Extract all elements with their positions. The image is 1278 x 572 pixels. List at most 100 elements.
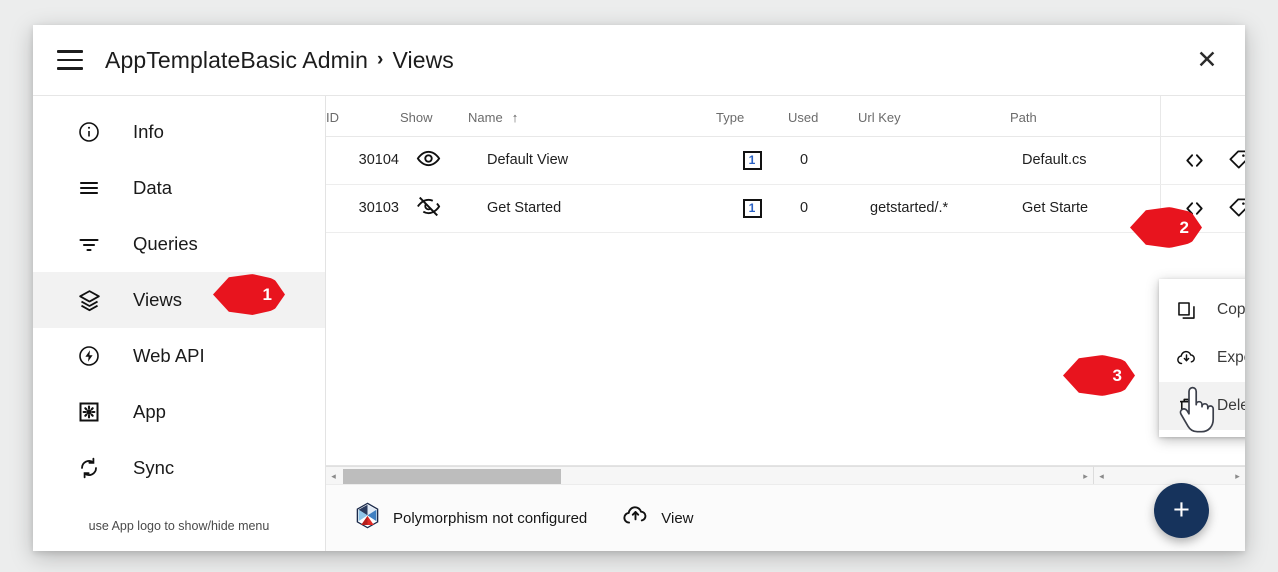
views-table-container: ID Show Name ↑ Type Used Url Key Path 30… (326, 96, 1245, 465)
scroll-right-arrow-icon[interactable]: ▸ (1078, 471, 1093, 482)
row-actions (1171, 148, 1245, 173)
type-badge: 1 (742, 198, 762, 218)
breadcrumb-page: Views (392, 46, 454, 73)
filter-icon (76, 231, 102, 257)
cell-name: Default View (468, 136, 716, 185)
hamburger-icon[interactable] (57, 50, 83, 70)
cell-path: Default.cs (1010, 136, 1161, 185)
cell-path: Get Starte (1010, 184, 1161, 233)
breadcrumb-app[interactable]: AppTemplateBasic Admin (105, 47, 368, 74)
sidebar-nav: Info Data Queries Views Web API App Sync (33, 96, 325, 519)
column-header-urlkey[interactable]: Url Key (858, 96, 1010, 137)
scrollbar-track[interactable] (1109, 467, 1230, 486)
code-icon[interactable] (1183, 148, 1206, 173)
cell-type: 1 (716, 136, 788, 185)
table-horizontal-scrollbar[interactable]: ◂ ▸ (326, 466, 1094, 485)
sidebar-item-label: Views (133, 289, 183, 310)
sidebar-item-label: Data (133, 177, 173, 198)
cell-urlkey: getstarted/.* (858, 184, 1010, 233)
eye-hidden-icon[interactable] (416, 196, 441, 223)
info-circle-icon (76, 119, 102, 145)
breadcrumb-separator-icon: › (377, 49, 384, 70)
sidebar-item-webapi[interactable]: Web API (33, 328, 325, 384)
scrollbar-track[interactable] (341, 467, 1078, 486)
cell-used: 0 (788, 184, 858, 233)
sidebar-item-label: Web API (133, 345, 205, 366)
sidebar-item-queries[interactable]: Queries (33, 216, 325, 272)
cell-type: 1 (716, 184, 788, 233)
column-header-used[interactable]: Used (788, 96, 858, 137)
row-context-menu: Copy Export Delete (1159, 279, 1245, 437)
layers-icon (76, 287, 102, 313)
table-header: ID Show Name ↑ Type Used Url Key Path (326, 96, 1245, 137)
cell-id: 30104 (326, 136, 400, 185)
sidebar-item-label: Queries (133, 233, 198, 254)
table-body: 30104 Default View 1 0 Default.cs 30103 … (326, 136, 1245, 233)
sort-ascending-icon: ↑ (511, 109, 519, 125)
views-table: ID Show Name ↑ Type Used Url Key Path 30… (326, 96, 1245, 233)
dialog-titlebar: AppTemplateBasic Admin › Views ✕ (33, 25, 1245, 96)
menu-item-delete[interactable]: Delete (1159, 382, 1245, 430)
main-footer: Polymorphism not configured View + (326, 483, 1245, 551)
cell-name: Get Started (468, 184, 716, 233)
column-header-actions (1160, 96, 1245, 137)
view-button[interactable]: View (622, 502, 694, 534)
tag-icon[interactable] (1227, 196, 1245, 221)
tag-icon[interactable] (1227, 148, 1245, 173)
menu-item-label: Copy (1217, 301, 1245, 318)
scrollbar-row: ◂ ▸ ◂ ▸ (326, 465, 1245, 485)
column-header-name-label: Name (468, 109, 503, 125)
menu-item-label: Delete (1217, 397, 1245, 414)
cell-show[interactable] (400, 184, 468, 233)
sidebar-item-label: App (133, 401, 166, 422)
eye-visible-icon[interactable] (416, 150, 441, 175)
column-header-show[interactable]: Show (400, 96, 468, 137)
sidebar-item-info[interactable]: Info (33, 104, 325, 160)
cloud-download-icon (1176, 348, 1197, 369)
polymorphism-status[interactable]: Polymorphism not configured (354, 502, 587, 534)
cell-actions (1160, 184, 1245, 233)
sync-icon (76, 455, 102, 481)
sidebar-item-app[interactable]: App (33, 384, 325, 440)
add-view-button[interactable]: + (1154, 483, 1209, 538)
table-row[interactable]: 30104 Default View 1 0 Default.cs (326, 136, 1245, 185)
row-actions (1171, 196, 1245, 221)
sidebar-item-sync[interactable]: Sync (33, 440, 325, 496)
cell-urlkey (858, 136, 1010, 185)
trash-icon (1176, 396, 1197, 417)
polymorphism-label: Polymorphism not configured (393, 509, 588, 527)
menu-item-copy[interactable]: Copy (1159, 286, 1245, 334)
actions-horizontal-scrollbar[interactable]: ◂ ▸ (1094, 466, 1245, 485)
table-header-row: ID Show Name ↑ Type Used Url Key Path (326, 96, 1245, 137)
scroll-left-arrow-icon[interactable]: ◂ (326, 471, 341, 482)
code-icon[interactable] (1183, 196, 1206, 221)
type-badge: 1 (742, 150, 762, 170)
sidebar-item-views[interactable]: Views (33, 272, 325, 328)
dialog-body: Info Data Queries Views Web API App Sync… (33, 96, 1245, 551)
column-header-name[interactable]: Name ↑ (468, 96, 716, 137)
sidebar-hint: use App logo to show/hide menu (88, 519, 270, 533)
table-row[interactable]: 30103 Get Started 1 0 getstarted/.* Get … (326, 184, 1245, 233)
column-header-path[interactable]: Path (1010, 96, 1161, 137)
menu-item-label: Export (1217, 349, 1245, 366)
column-header-type[interactable]: Type (716, 96, 788, 137)
cell-id: 30103 (326, 184, 400, 233)
list-lines-icon (76, 175, 102, 201)
scroll-right-arrow-icon[interactable]: ▸ (1230, 471, 1245, 482)
sidebar: Info Data Queries Views Web API App Sync… (33, 96, 326, 551)
breadcrumb: AppTemplateBasic Admin › Views (105, 47, 454, 74)
menu-item-export[interactable]: Export (1159, 334, 1245, 382)
gear-box-icon (76, 399, 102, 425)
scroll-left-arrow-icon[interactable]: ◂ (1094, 471, 1109, 482)
cell-actions (1160, 136, 1245, 185)
cell-show[interactable] (400, 136, 468, 185)
copy-icon (1176, 300, 1197, 321)
scrollbar-thumb[interactable] (343, 468, 561, 484)
cloud-upload-icon (622, 502, 649, 534)
sidebar-item-data[interactable]: Data (33, 160, 325, 216)
close-icon[interactable]: ✕ (1187, 40, 1227, 80)
sidebar-item-label: Sync (133, 457, 175, 478)
polymorphism-logo (354, 502, 381, 534)
views-dialog: AppTemplateBasic Admin › Views ✕ Info Da… (33, 25, 1245, 551)
column-header-id[interactable]: ID (326, 96, 400, 137)
